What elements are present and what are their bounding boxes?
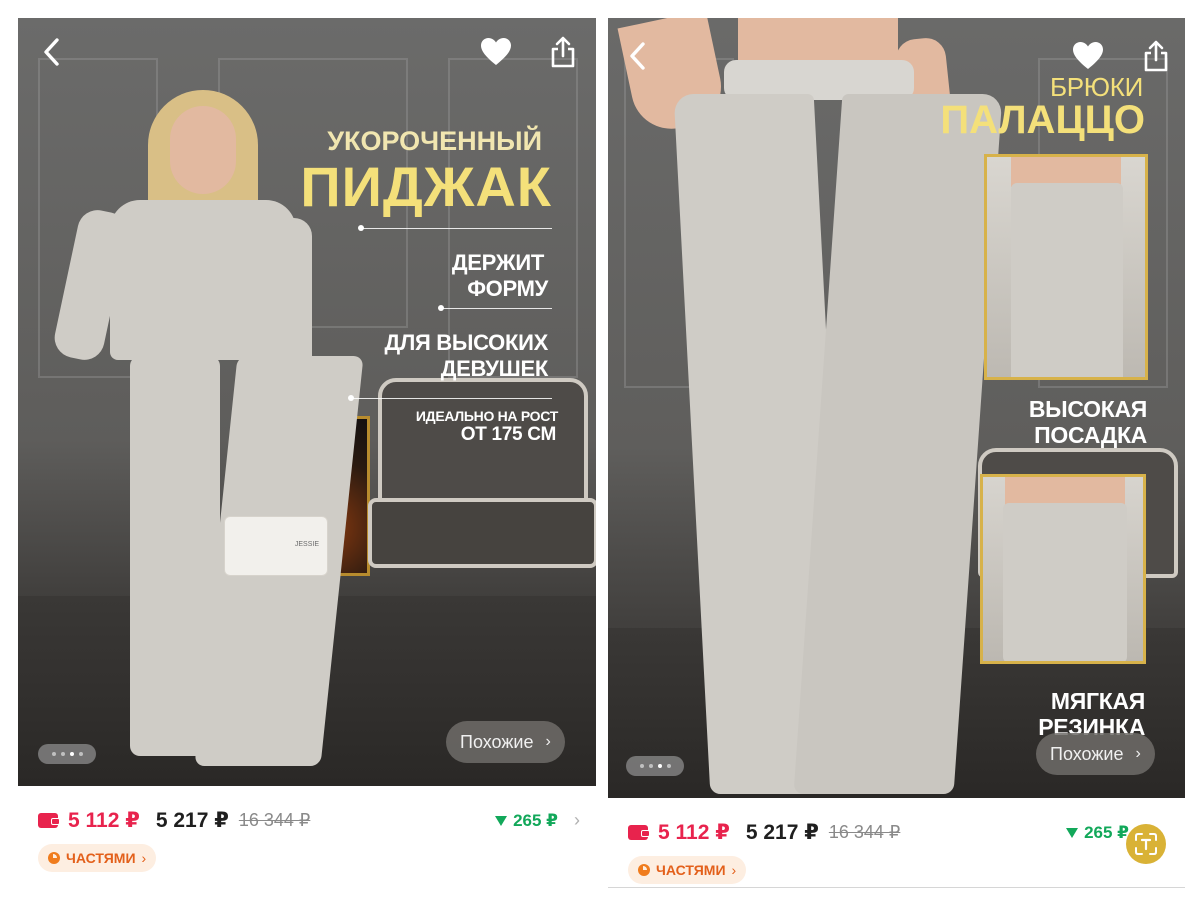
back-button[interactable]: [620, 38, 656, 74]
chevron-left-icon: [44, 38, 59, 66]
installments-badge[interactable]: ЧАСТЯМИ ›: [628, 856, 747, 884]
product-screen-jacket: JESSIE УКОРОЧЕННЫЙ ПИДЖАК ДЕРЖИТ ФОРМУ Д…: [18, 18, 596, 883]
price-row[interactable]: 5 112 ₽ 5 217 ₽ 16 344 ₽ 265 ₽: [628, 820, 1169, 845]
share-button[interactable]: [545, 34, 581, 70]
title-line1: УКОРОЧЕННЫЙ: [327, 126, 542, 156]
installments-badge[interactable]: ЧАСТЯМИ ›: [38, 844, 157, 872]
feature-line: ИДЕАЛЬНО НА РОСТ: [415, 408, 558, 424]
pager-dot: [51, 752, 56, 756]
chevron-left-icon: [630, 42, 645, 70]
divider: [352, 398, 552, 399]
installments-label: ЧАСТЯМИ: [656, 862, 726, 878]
heart-icon: [1073, 42, 1103, 69]
price-row[interactable]: 5 112 ₽ 5 217 ₽ 16 344 ₽ 265 ₽ ›: [38, 808, 580, 833]
feature-line: ДЛЯ ВЫСОКИХ: [384, 330, 548, 355]
discount[interactable]: 265 ₽ ›: [495, 810, 580, 831]
feature-line: ДЕВУШЕК: [440, 356, 549, 381]
chevron-right-icon: ›: [1135, 745, 1141, 762]
arrow-down-icon: [495, 815, 508, 826]
divider-dot: [438, 305, 444, 311]
pager-dot: [666, 764, 671, 768]
feature-line: ВЫСОКАЯ: [1028, 396, 1147, 422]
pie-icon: [48, 852, 60, 864]
feature-line: МЯГКАЯ: [1050, 688, 1145, 714]
card-price: 5 112 ₽: [658, 821, 730, 844]
chevron-right-icon: ›: [141, 850, 147, 866]
similar-label: Похожие: [1050, 743, 1124, 764]
feature-line: ФОРМУ: [467, 276, 548, 301]
inset-photo-back: [980, 474, 1146, 664]
old-price: 16 344 ₽: [238, 810, 311, 830]
pie-icon: [638, 864, 650, 876]
product-photo-jacket[interactable]: JESSIE УКОРОЧЕННЫЙ ПИДЖАК ДЕРЖИТ ФОРМУ Д…: [18, 18, 596, 786]
old-price: 16 344 ₽: [828, 822, 901, 842]
model-figure: [617, 18, 1003, 798]
back-button[interactable]: [34, 34, 70, 70]
price: 5 217 ₽: [155, 809, 229, 832]
feature-line: ПОСАДКА: [1034, 422, 1147, 448]
bag-logo: JESSIE: [294, 541, 319, 548]
pager-dot: [639, 764, 644, 768]
arrow-down-icon: [1066, 827, 1079, 838]
bottom-divider: [608, 887, 1185, 888]
title-line2: ПИДЖАК: [300, 155, 552, 218]
heart-icon: [481, 38, 511, 65]
share-button[interactable]: [1138, 38, 1174, 74]
divider: [362, 228, 552, 229]
image-pager[interactable]: [626, 756, 684, 776]
feature-line: ДЕРЖИТ: [451, 250, 544, 275]
pager-dot: [78, 752, 83, 756]
wallet-icon: [628, 825, 650, 840]
scan-text-button[interactable]: [1126, 824, 1166, 864]
inset-photo-front: [984, 154, 1148, 380]
divider-dot: [348, 395, 354, 401]
price: 5 217 ₽: [745, 821, 819, 844]
similar-label: Похожие: [460, 731, 534, 752]
scan-text-icon: [1135, 833, 1157, 855]
title-line2: ПАЛАЦЦО: [940, 98, 1145, 142]
armchair-seat: [368, 498, 596, 568]
favorite-button[interactable]: [1070, 38, 1106, 74]
wallet-icon: [38, 813, 60, 828]
share-icon: [551, 36, 575, 68]
product-photo-pants[interactable]: БРЮКИ ПАЛАЦЦО ВЫСОКАЯ ПОСАДКА МЯГКАЯ РЕЗ…: [608, 18, 1185, 798]
product-screen-pants: БРЮКИ ПАЛАЦЦО ВЫСОКАЯ ПОСАДКА МЯГКАЯ РЕЗ…: [608, 18, 1185, 888]
pager-dot: [648, 764, 653, 768]
discount[interactable]: 265 ₽: [1066, 823, 1129, 843]
installments-label: ЧАСТЯМИ: [66, 850, 136, 866]
image-pager[interactable]: [38, 744, 96, 764]
chevron-right-icon: ›: [545, 733, 551, 750]
discount-value: 265 ₽: [1084, 822, 1129, 842]
chevron-right-icon: ›: [574, 810, 580, 830]
pager-dot-active: [657, 764, 662, 768]
similar-button[interactable]: Похожие ›: [1036, 733, 1155, 775]
similar-button[interactable]: Похожие ›: [446, 721, 565, 763]
favorite-button[interactable]: [478, 34, 514, 70]
pager-dot: [60, 752, 65, 756]
discount-value: 265 ₽: [513, 810, 558, 830]
divider-dot: [358, 225, 364, 231]
divider: [442, 308, 552, 309]
card-price: 5 112 ₽: [68, 809, 140, 832]
pager-dot-active: [69, 752, 74, 756]
feature-line: ОТ 175 СМ: [460, 424, 557, 445]
share-icon: [1144, 40, 1168, 72]
chevron-right-icon: ›: [731, 862, 737, 878]
